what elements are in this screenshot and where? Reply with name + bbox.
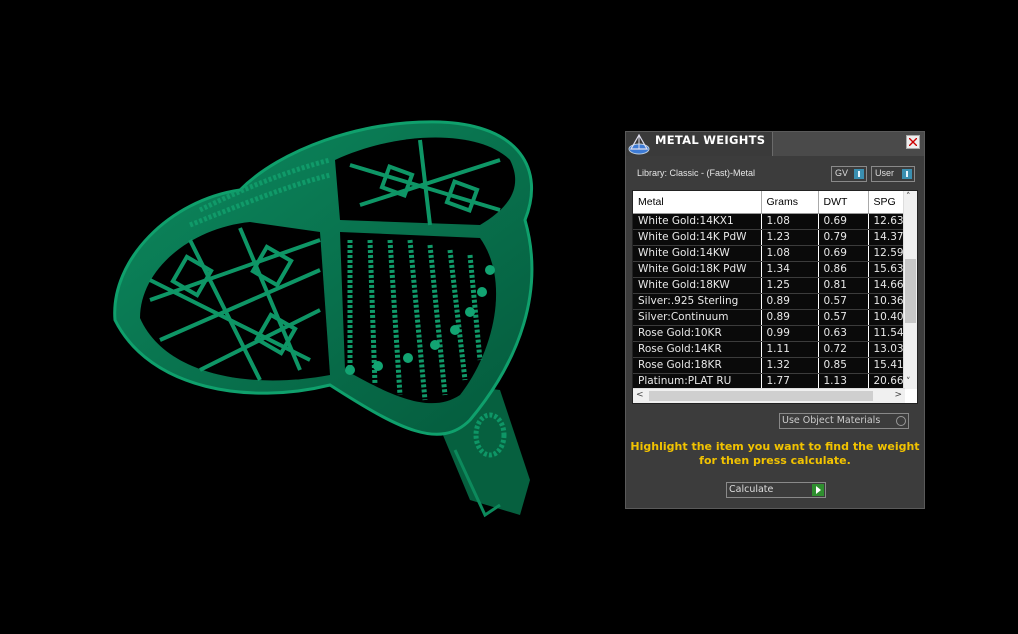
calculate-button-label: Calculate <box>729 484 774 495</box>
use-object-materials-toggle[interactable]: Use Object Materials <box>779 413 909 429</box>
table-row[interactable]: White Gold:14K PdW 1.23 0.79 14.37 <box>633 229 905 246</box>
table-row[interactable]: Silver:.925 Sterling 0.89 0.57 10.36 <box>633 293 905 310</box>
table-row[interactable]: White Gold:14KX1 1.08 0.69 12.63 <box>633 213 905 230</box>
ring-model-render[interactable] <box>0 0 620 630</box>
cell-grams: 1.11 <box>761 341 819 358</box>
cell-metal: Silver:Continuum <box>633 309 762 326</box>
cell-grams: 1.08 <box>761 245 819 262</box>
cell-grams: 0.99 <box>761 325 819 342</box>
vertical-scroll-thumb[interactable] <box>905 259 916 323</box>
cell-metal: White Gold:18K PdW <box>633 261 762 278</box>
play-arrow-icon <box>812 484 824 496</box>
cell-metal: White Gold:18KW <box>633 277 762 294</box>
cell-grams: 0.89 <box>761 309 819 326</box>
column-header-spg[interactable]: SPG <box>868 191 905 214</box>
cell-metal: Rose Gold:10KR <box>633 325 762 342</box>
scroll-right-icon[interactable]: > <box>894 391 902 400</box>
cell-metal: Platinum:PLAT RU <box>633 373 762 390</box>
app-logo-icon <box>628 133 650 155</box>
cell-metal: Silver:.925 Sterling <box>633 293 762 310</box>
table-header-row: Metal Grams DWT SPG <box>633 191 905 214</box>
scroll-left-icon[interactable]: < <box>636 391 644 400</box>
calculate-button[interactable]: Calculate <box>726 482 826 498</box>
cell-dwt: 0.63 <box>818 325 869 342</box>
table-row[interactable]: Silver:Continuum 0.89 0.57 10.40 <box>633 309 905 326</box>
cell-spg: 14.37 <box>868 229 905 246</box>
cell-spg: 12.63 <box>868 213 905 230</box>
close-button[interactable] <box>906 135 920 149</box>
toggle-indicator-icon <box>902 169 912 179</box>
table-row[interactable]: Rose Gold:10KR 0.99 0.63 11.54 <box>633 325 905 342</box>
cell-metal: White Gold:14KW <box>633 245 762 262</box>
use-object-materials-label: Use Object Materials <box>782 415 881 426</box>
cell-dwt: 0.85 <box>818 357 869 374</box>
cell-dwt: 0.69 <box>818 213 869 230</box>
cell-grams: 0.89 <box>761 293 819 310</box>
cell-spg: 10.36 <box>868 293 905 310</box>
cell-dwt: 0.86 <box>818 261 869 278</box>
cell-spg: 14.66 <box>868 277 905 294</box>
cell-grams: 1.32 <box>761 357 819 374</box>
user-toggle-label: User <box>875 168 895 178</box>
cell-dwt: 0.79 <box>818 229 869 246</box>
cell-spg: 13.03 <box>868 341 905 358</box>
metal-weights-panel: METAL WEIGHTS Library: Classic - (Fast)-… <box>625 131 925 509</box>
cell-dwt: 1.13 <box>818 373 869 390</box>
scroll-down-icon[interactable]: ˅ <box>906 378 911 387</box>
scroll-up-icon[interactable]: ˄ <box>906 193 911 202</box>
instruction-text: Highlight the item you want to find the … <box>630 440 920 467</box>
column-header-dwt[interactable]: DWT <box>818 191 869 214</box>
cell-dwt: 0.57 <box>818 293 869 310</box>
cell-spg: 10.40 <box>868 309 905 326</box>
cell-dwt: 0.69 <box>818 245 869 262</box>
cell-dwt: 0.81 <box>818 277 869 294</box>
cell-grams: 1.77 <box>761 373 819 390</box>
cell-spg: 20.66 <box>868 373 905 390</box>
table-row[interactable]: Platinum:PLAT RU 1.77 1.13 20.66 <box>633 373 905 390</box>
library-label: Library: Classic - (Fast)-Metal <box>637 168 756 178</box>
column-header-metal[interactable]: Metal <box>633 191 762 214</box>
cell-metal: White Gold:14K PdW <box>633 229 762 246</box>
radio-indicator-icon <box>896 416 906 426</box>
gv-toggle[interactable]: GV <box>831 166 867 182</box>
user-toggle[interactable]: User <box>871 166 915 182</box>
cell-metal: Rose Gold:18KR <box>633 357 762 374</box>
cell-grams: 1.08 <box>761 213 819 230</box>
vertical-scrollbar[interactable]: ˄ ˅ <box>903 191 917 389</box>
cell-spg: 15.63 <box>868 261 905 278</box>
cell-grams: 1.23 <box>761 229 819 246</box>
gv-toggle-label: GV <box>835 168 849 178</box>
cell-spg: 15.41 <box>868 357 905 374</box>
cell-dwt: 0.57 <box>818 309 869 326</box>
close-icon <box>909 138 917 146</box>
cell-dwt: 0.72 <box>818 341 869 358</box>
panel-title: METAL WEIGHTS <box>655 133 766 147</box>
horizontal-scrollbar[interactable]: < > <box>633 388 905 403</box>
toggle-indicator-icon <box>854 169 864 179</box>
horizontal-scroll-thumb[interactable] <box>649 391 873 401</box>
table-row[interactable]: White Gold:18K PdW 1.34 0.86 15.63 <box>633 261 905 278</box>
table-row[interactable]: Rose Gold:14KR 1.11 0.72 13.03 <box>633 341 905 358</box>
cell-grams: 1.25 <box>761 277 819 294</box>
table-row[interactable]: Rose Gold:18KR 1.32 0.85 15.41 <box>633 357 905 374</box>
table-row[interactable]: White Gold:18KW 1.25 0.81 14.66 <box>633 277 905 294</box>
metal-table[interactable]: Metal Grams DWT SPG White Gold:14KX1 1.08… <box>632 190 918 404</box>
cell-spg: 12.59 <box>868 245 905 262</box>
panel-titlebar[interactable]: METAL WEIGHTS <box>626 132 924 156</box>
3d-viewport[interactable] <box>0 0 620 630</box>
column-header-grams[interactable]: Grams <box>761 191 819 214</box>
cell-grams: 1.34 <box>761 261 819 278</box>
cell-metal: Rose Gold:14KR <box>633 341 762 358</box>
cell-spg: 11.54 <box>868 325 905 342</box>
table-row[interactable]: White Gold:14KW 1.08 0.69 12.59 <box>633 245 905 262</box>
cell-metal: White Gold:14KX1 <box>633 213 762 230</box>
